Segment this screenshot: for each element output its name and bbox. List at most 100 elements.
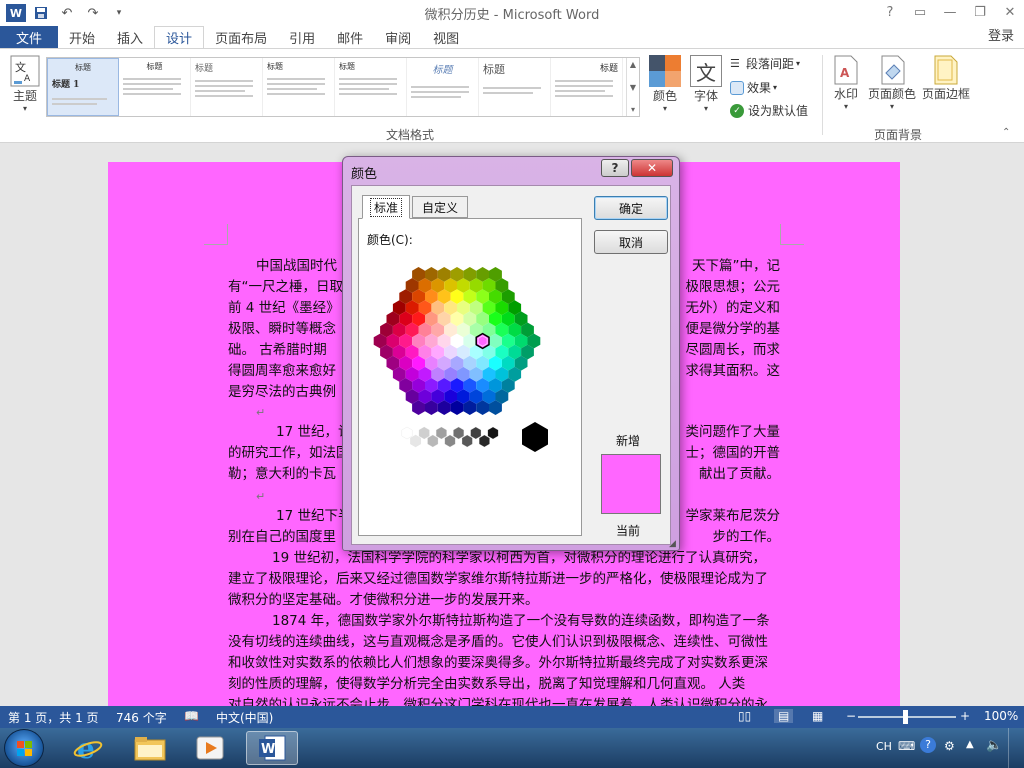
page-count[interactable]: 第 1 页，共 1 页 — [8, 709, 99, 726]
paragraph-spacing-button[interactable]: ☰ 段落间距 ▾ — [730, 55, 800, 72]
word-count[interactable]: 746 个字 — [116, 709, 167, 726]
dialog-close-button[interactable]: ✕ — [631, 159, 673, 177]
print-layout-icon[interactable]: ▤ — [774, 709, 794, 723]
tab-design[interactable]: 设计 — [154, 25, 205, 49]
tab-standard[interactable]: 标准 — [362, 195, 410, 219]
help-icon[interactable]: ? — [876, 2, 904, 22]
tab-insert[interactable]: 插入 — [106, 26, 154, 48]
gray-swatch[interactable] — [436, 426, 447, 440]
ok-button[interactable]: 确定 — [594, 196, 668, 220]
gray-swatch[interactable] — [470, 426, 482, 440]
collapse-ribbon-icon[interactable]: ⌃ — [1002, 127, 1010, 138]
status-bar: 第 1 页，共 1 页 746 个字 📖 中文(中国) ▯▯ ▤ ▦ − + 1… — [0, 706, 1024, 728]
style-thumbnail[interactable]: 标题 — [479, 58, 551, 116]
paragraph-mark-icon: ↵ — [256, 490, 266, 503]
scroll-up-icon[interactable]: ▲ — [630, 60, 636, 69]
colors-icon — [649, 55, 681, 87]
fonts-button[interactable]: 文 字体 ▾ — [688, 55, 724, 113]
page-color-button[interactable]: 页面颜色 ▾ — [866, 55, 918, 111]
customize-quick-access-icon[interactable]: ▾ — [108, 2, 130, 24]
gray-swatch[interactable] — [461, 434, 473, 448]
colors-dialog: 颜色 ? ✕ 标准 自定义 颜色(C): 确定 取消 新增 当前 ◢ — [342, 156, 680, 551]
gray-swatch[interactable] — [427, 434, 439, 448]
black-swatch[interactable] — [522, 422, 548, 452]
gallery-more-icon[interactable]: ▾ — [631, 105, 635, 114]
set-as-default-button[interactable]: ✓ 设为默认值 — [730, 102, 808, 119]
show-hidden-icons-icon[interactable]: ▲ — [966, 739, 974, 750]
tab-references[interactable]: 引用 — [278, 26, 326, 48]
gray-swatch[interactable] — [487, 426, 499, 440]
style-thumbnail[interactable]: 标题 — [191, 58, 263, 116]
ime-indicator[interactable]: CH — [876, 740, 892, 753]
dialog-help-button[interactable]: ? — [601, 159, 629, 177]
cancel-button[interactable]: 取消 — [594, 230, 668, 254]
style-thumbnail[interactable]: 标题 — [263, 58, 335, 116]
style-set-gallery[interactable]: 标题 标题 1 标题 标题 标题 标题 标题 标题 标题 ▲ ▼ ▾ — [46, 57, 640, 117]
ribbon-display-options-icon[interactable]: ▭ — [906, 2, 934, 22]
style-thumbnail[interactable]: 标题 — [335, 58, 407, 116]
volume-icon[interactable]: 🔈 — [986, 738, 1002, 753]
style-thumbnail[interactable]: 标题 — [551, 58, 623, 116]
keyboard-icon[interactable]: ⌨ — [898, 739, 915, 753]
grayscale-swatches[interactable] — [399, 419, 559, 455]
dialog-title: 颜色 — [351, 167, 378, 182]
start-button-icon[interactable] — [4, 729, 44, 767]
checkmark-icon: ✓ — [730, 103, 744, 118]
redo-icon[interactable]: ↷ — [82, 2, 104, 24]
tab-file[interactable]: 文件 — [0, 26, 59, 48]
word-taskbar-icon[interactable]: W — [246, 731, 298, 765]
paragraph-spacing-icon: ☰ — [730, 57, 740, 70]
style-thumbnail[interactable]: 标题 — [119, 58, 191, 116]
zoom-level[interactable]: 100% — [984, 709, 1018, 723]
tab-view[interactable]: 视图 — [422, 26, 470, 48]
gray-swatch[interactable] — [479, 434, 490, 448]
gray-swatch[interactable] — [444, 434, 456, 448]
tab-review[interactable]: 审阅 — [374, 26, 422, 48]
proofing-icon[interactable]: 📖 — [184, 709, 199, 723]
style-thumbnail[interactable]: 标题 标题 1 — [47, 58, 119, 116]
zoom-in-icon[interactable]: + — [960, 709, 970, 723]
themes-label: 主题 — [12, 89, 37, 103]
gallery-scrollbar[interactable]: ▲ ▼ ▾ — [626, 58, 639, 116]
colors-button[interactable]: 颜色 ▾ — [646, 55, 684, 113]
show-desktop-button[interactable] — [1008, 728, 1024, 768]
paragraph-mark-icon: ↵ — [256, 406, 266, 419]
page-background-group-label: 页面背景 — [874, 128, 923, 142]
style-thumbnail[interactable]: 标题 — [407, 58, 479, 116]
maximize-icon[interactable]: ❐ — [966, 2, 994, 22]
internet-explorer-icon[interactable]: e — [62, 731, 114, 765]
gray-swatch[interactable] — [410, 434, 421, 448]
language-indicator[interactable]: 中文(中国) — [216, 709, 273, 726]
colors-label: 颜色 — [652, 89, 677, 103]
media-player-icon[interactable] — [184, 731, 236, 765]
tab-home[interactable]: 开始 — [58, 26, 106, 48]
tab-page-layout[interactable]: 页面布局 — [204, 26, 278, 48]
help-tray-icon[interactable]: ? — [920, 737, 936, 753]
tray-icon[interactable]: ⚙ — [944, 739, 955, 753]
web-layout-icon[interactable]: ▦ — [812, 709, 823, 723]
file-explorer-icon[interactable] — [124, 731, 176, 765]
zoom-slider-thumb[interactable] — [903, 710, 908, 724]
resize-grip-icon[interactable]: ◢ — [669, 539, 676, 549]
watermark-button[interactable]: A 水印 ▾ — [830, 55, 862, 111]
word-logo-icon[interactable]: W — [6, 4, 26, 22]
themes-button[interactable]: 文A 主题 ▾ — [8, 55, 42, 113]
page-borders-button[interactable]: 页面边框 — [920, 55, 972, 102]
read-mode-icon[interactable]: ▯▯ — [738, 709, 751, 723]
tab-mailings[interactable]: 邮件 — [326, 26, 374, 48]
effects-button[interactable]: 效果 ▾ — [730, 79, 777, 96]
zoom-out-icon[interactable]: − — [846, 709, 856, 723]
gray-swatch[interactable] — [401, 426, 413, 440]
save-icon[interactable] — [30, 2, 52, 24]
tab-custom[interactable]: 自定义 — [412, 196, 468, 218]
gray-swatch[interactable] — [453, 426, 464, 440]
undo-icon[interactable]: ↶ — [56, 2, 78, 24]
page-borders-icon — [934, 55, 958, 85]
colors-label: 颜色(C): — [367, 233, 413, 247]
gray-swatch[interactable] — [418, 426, 430, 440]
minimize-icon[interactable]: — — [936, 2, 964, 22]
color-honeycomb[interactable] — [367, 249, 563, 429]
scroll-down-icon[interactable]: ▼ — [630, 83, 636, 92]
login-link[interactable]: 登录 — [988, 26, 1014, 48]
close-icon[interactable]: ✕ — [996, 2, 1024, 22]
